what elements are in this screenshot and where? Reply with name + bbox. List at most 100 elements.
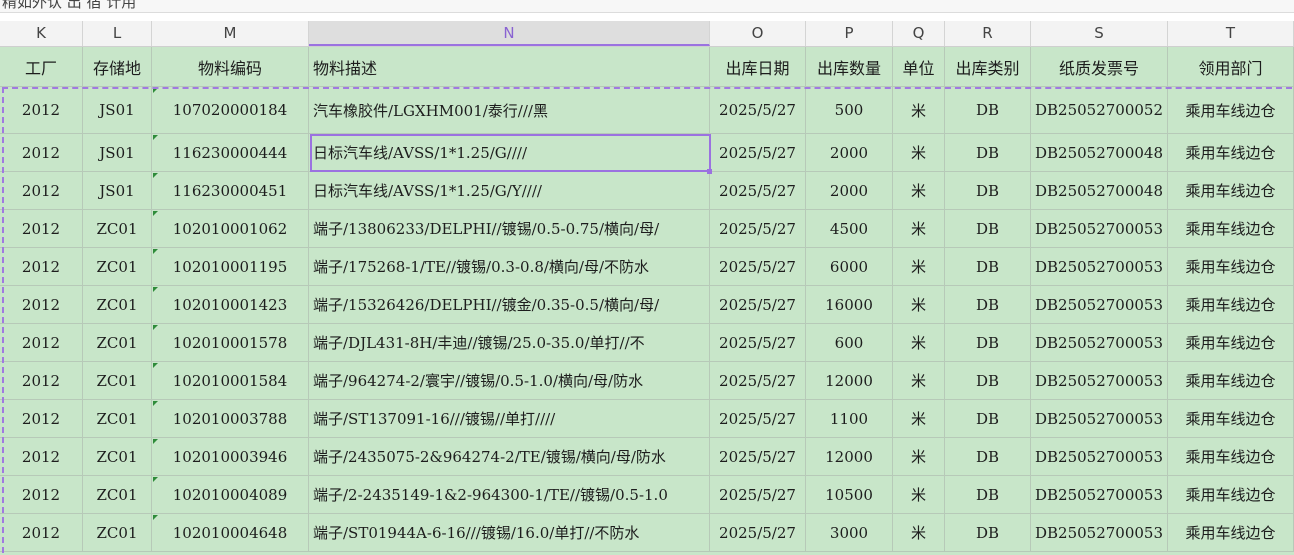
header-cell[interactable]: 出库日期 [710,47,806,87]
table-cell[interactable]: DB25052700053 [1031,514,1168,552]
table-cell[interactable]: 12000 [806,362,893,400]
table-cell[interactable]: 2012 [0,324,83,362]
header-cell[interactable]: 存储地 [83,47,152,87]
table-cell[interactable]: 乘用车线边仓 [1168,210,1294,248]
table-cell[interactable]: 米 [893,87,945,134]
table-cell[interactable]: DB [945,400,1031,438]
fill-handle[interactable] [707,169,712,174]
table-cell[interactable]: DB25052700053 [1031,324,1168,362]
table-cell[interactable]: 107020000184 [152,87,309,134]
table-cell[interactable]: 端子/964274-2/寰宇//镀锡/0.5-1.0/横向/母/防水 [309,362,710,400]
table-cell[interactable]: 2012 [0,438,83,476]
header-cell[interactable]: 出库数量 [806,47,893,87]
table-cell[interactable]: ZC01 [83,324,152,362]
column-letter-s[interactable]: S [1031,21,1168,46]
table-cell[interactable]: 端子/175268-1/TE//镀锡/0.3-0.8/横向/母/不防水 [309,248,710,286]
table-cell[interactable]: 2012 [0,87,83,134]
table-cell[interactable]: 乘用车线边仓 [1168,514,1294,552]
table-cell[interactable]: 乘用车线边仓 [1168,476,1294,514]
table-cell[interactable]: 日标汽车线/AVSS/1*1.25/G//// [309,134,710,172]
table-cell[interactable]: DB [945,210,1031,248]
table-cell[interactable]: 2025/5/27 [710,248,806,286]
table-cell[interactable]: 102010003788 [152,400,309,438]
table-cell[interactable]: 1100 [806,400,893,438]
table-cell[interactable]: DB [945,248,1031,286]
table-cell[interactable]: 米 [893,514,945,552]
table-cell[interactable]: 端子/2-2435149-1&2-964300-1/TE//镀锡/0.5-1.0 [309,476,710,514]
table-cell[interactable]: 2012 [0,476,83,514]
table-cell[interactable]: 2012 [0,514,83,552]
table-cell[interactable]: 102010001584 [152,362,309,400]
table-cell[interactable]: 2000 [806,134,893,172]
table-cell[interactable]: 2000 [806,172,893,210]
header-cell[interactable]: 物料编码 [152,47,309,87]
table-cell[interactable]: DB25052700053 [1031,210,1168,248]
table-cell[interactable]: ZC01 [83,210,152,248]
table-cell[interactable]: 端子/DJL431-8H/丰迪//镀锡/25.0-35.0/单打//不 [309,324,710,362]
column-letter-l[interactable]: L [83,21,152,46]
table-cell[interactable]: DB25052700053 [1031,476,1168,514]
table-cell[interactable]: DB25052700053 [1031,362,1168,400]
table-cell[interactable]: 2025/5/27 [710,172,806,210]
column-letter-r[interactable]: R [945,21,1031,46]
table-cell[interactable]: 16000 [806,286,893,324]
table-cell[interactable]: DB25052700048 [1031,172,1168,210]
header-cell[interactable]: 工厂 [0,47,83,87]
table-cell[interactable]: 端子/13806233/DELPHI//镀锡/0.5-0.75/横向/母/ [309,210,710,248]
column-letter-p[interactable]: P [806,21,893,46]
table-cell[interactable]: 乘用车线边仓 [1168,134,1294,172]
table-cell[interactable]: 6000 [806,248,893,286]
table-cell[interactable]: ZC01 [83,248,152,286]
table-cell[interactable]: ZC01 [83,476,152,514]
table-cell[interactable]: DB25052700048 [1031,134,1168,172]
table-cell[interactable]: DB25052700053 [1031,286,1168,324]
column-letter-n[interactable]: N [309,21,710,46]
table-cell[interactable]: 2025/5/27 [710,362,806,400]
column-letter-q[interactable]: Q [893,21,945,46]
table-cell[interactable]: 102010001195 [152,248,309,286]
table-cell[interactable]: 米 [893,248,945,286]
table-cell[interactable]: 乘用车线边仓 [1168,172,1294,210]
table-cell[interactable]: ZC01 [83,514,152,552]
table-cell[interactable]: 116230000451 [152,172,309,210]
table-cell[interactable]: 600 [806,324,893,362]
table-cell[interactable]: 2025/5/27 [710,286,806,324]
table-cell[interactable]: 乘用车线边仓 [1168,438,1294,476]
table-cell[interactable]: 米 [893,134,945,172]
column-letter-m[interactable]: M [152,21,309,46]
table-cell[interactable]: 2025/5/27 [710,438,806,476]
table-cell[interactable]: 2012 [0,172,83,210]
table-cell[interactable]: 乘用车线边仓 [1168,324,1294,362]
table-cell[interactable]: 102010004648 [152,514,309,552]
table-cell[interactable]: 米 [893,286,945,324]
table-cell[interactable]: 2012 [0,286,83,324]
table-cell[interactable]: 3000 [806,514,893,552]
table-cell[interactable]: 米 [893,438,945,476]
table-cell[interactable]: 米 [893,476,945,514]
table-cell[interactable]: ZC01 [83,362,152,400]
header-cell[interactable]: 领用部门 [1168,47,1294,87]
header-cell[interactable]: 纸质发票号 [1031,47,1168,87]
table-cell[interactable]: DB [945,476,1031,514]
table-cell[interactable]: JS01 [83,172,152,210]
column-letter-t[interactable]: T [1168,21,1294,46]
table-cell[interactable]: DB [945,172,1031,210]
table-cell[interactable]: 500 [806,87,893,134]
table-cell[interactable]: 102010001578 [152,324,309,362]
table-cell[interactable]: ZC01 [83,438,152,476]
table-cell[interactable]: 2012 [0,134,83,172]
table-cell[interactable]: DB [945,134,1031,172]
table-cell[interactable]: 12000 [806,438,893,476]
header-cell[interactable]: 单位 [893,47,945,87]
table-cell[interactable]: DB [945,514,1031,552]
table-cell[interactable]: 乘用车线边仓 [1168,362,1294,400]
table-cell[interactable]: DB [945,286,1031,324]
table-cell[interactable]: 102010003946 [152,438,309,476]
table-cell[interactable]: 米 [893,362,945,400]
table-cell[interactable]: 2025/5/27 [710,476,806,514]
column-letter-o[interactable]: O [710,21,806,46]
table-cell[interactable]: 米 [893,172,945,210]
table-cell[interactable]: 汽车橡胶件/LGXHM001/泰行///黑 [309,87,710,134]
table-cell[interactable]: 米 [893,210,945,248]
table-cell[interactable]: 2025/5/27 [710,87,806,134]
